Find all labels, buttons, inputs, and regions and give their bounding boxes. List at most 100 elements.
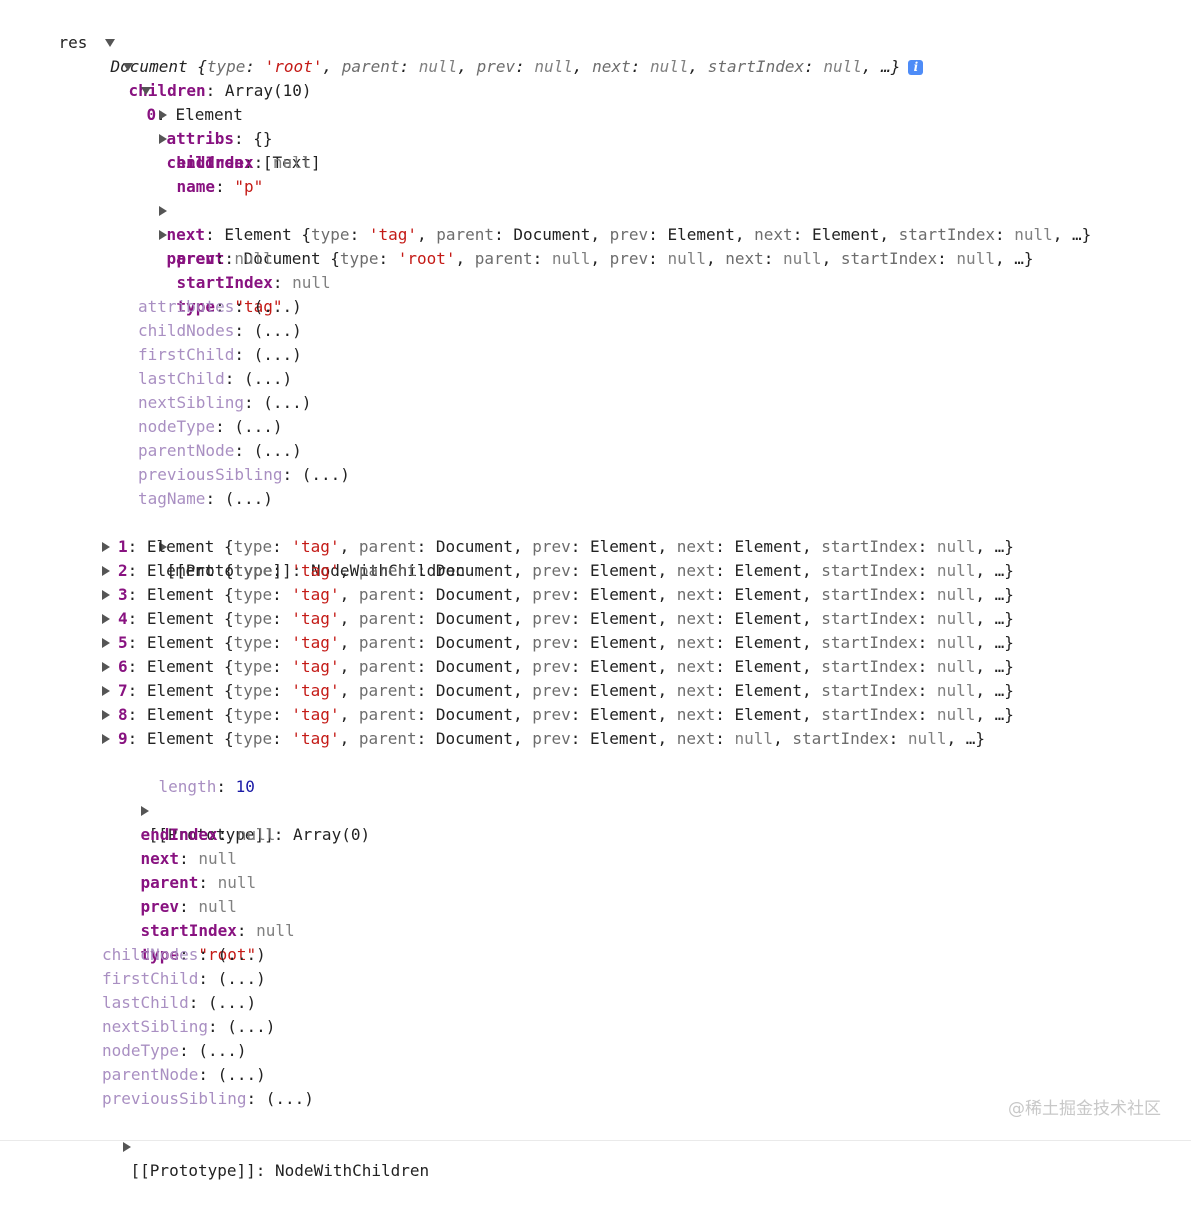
comma: , [801,633,822,652]
getter-row[interactable]: previousSibling: (...) [138,463,350,487]
getter-value[interactable]: (...) [218,945,266,964]
getter-row[interactable]: nextSibling: (...) [138,391,311,415]
colon: : [570,561,591,580]
info-icon[interactable]: i [908,60,924,75]
getter-row[interactable]: lastChild: (...) [138,367,292,391]
getter-value[interactable]: (...) [218,1065,266,1084]
preview-key: startIndex [821,561,918,580]
colon: : [234,345,254,364]
doc-prototype-row[interactable]: [[Prototype]]: NodeWithChildren [84,1111,429,1180]
preview-value: null [936,609,976,628]
colon: : [246,1089,266,1108]
preview-key: next [676,609,716,628]
getter-value[interactable]: (...) [234,417,282,436]
colon: : [399,57,419,76]
expand-toggle-icon[interactable] [102,565,110,576]
preview-key: type [339,249,379,268]
getter-value[interactable]: (...) [266,1089,314,1108]
prop-children-row[interactable]: children: [Text] [120,103,321,172]
prop-parent-row[interactable]: parent: Document {type: 'root', parent: … [120,199,1033,268]
getter-row[interactable]: nodeType: (...) [138,415,283,439]
property-key: nextSibling [138,393,244,412]
getter-row[interactable]: lastChild: (...) [102,991,256,1015]
array-item-row[interactable]: 3: Element {type: 'tag', parent: Documen… [102,583,1014,607]
array-index: 1 [118,537,128,556]
comma: , [339,681,359,700]
preview-null: null [534,57,573,76]
expand-toggle-icon[interactable] [102,685,110,696]
preview-key: next [676,633,716,652]
object-class-name: Element [146,561,215,580]
expand-toggle-icon[interactable] [102,709,110,720]
getter-value[interactable]: (...) [225,489,273,508]
preview-value: Element [590,705,658,724]
getter-row[interactable]: parentNode: (...) [102,1063,266,1087]
getter-value[interactable]: (...) [208,993,256,1012]
array-item-row[interactable]: 6: Element {type: 'tag', parent: Documen… [102,655,1014,679]
brace-close: , …} [975,633,1014,652]
expand-toggle-icon[interactable] [102,733,110,744]
comma: , [512,657,533,676]
getter-row[interactable]: nextSibling: (...) [102,1015,275,1039]
getter-row[interactable]: firstChild: (...) [102,967,266,991]
colon: : [416,609,436,628]
getter-value[interactable]: (...) [254,345,302,364]
object-class-name: Element [146,633,215,652]
preview-value: Element [734,609,802,628]
array-prototype-row[interactable]: [[Prototype]]: Array(0) [102,775,370,844]
getter-value[interactable]: (...) [198,1041,246,1060]
getter-row[interactable]: childNodes: (...) [102,943,266,967]
array-item-row[interactable]: 5: Element {type: 'tag', parent: Documen… [102,631,1014,655]
getter-row[interactable]: nodeType: (...) [102,1039,247,1063]
getter-row[interactable]: tagName: (...) [138,487,273,511]
getter-row[interactable]: attributes: (...) [138,295,302,319]
colon: : [570,657,591,676]
preview-key: prev [532,729,571,748]
getter-value[interactable]: (...) [263,393,311,412]
colon: : [715,705,735,724]
document-summary-row[interactable]: Document {type: 'root', parent: null, pr… [66,7,924,76]
preview-key: type [233,609,273,628]
expand-toggle-icon[interactable] [102,637,110,648]
prop-next-row[interactable]: next: Element {type: 'tag', parent: Docu… [120,175,1091,244]
colon: : [416,537,436,556]
getter-row[interactable]: firstChild: (...) [138,343,302,367]
expand-toggle-icon[interactable] [102,613,110,624]
getter-row[interactable]: childNodes: (...) [138,319,302,343]
getter-row[interactable]: parentNode: (...) [138,439,302,463]
getter-value[interactable]: (...) [254,297,302,316]
expand-toggle-icon[interactable] [102,541,110,552]
getter-row[interactable]: previousSibling: (...) [102,1087,314,1111]
prop-attribs-row[interactable]: attribs: {} [120,79,273,148]
array-item-0-row[interactable]: 0: Element [102,55,243,124]
array-item-row[interactable]: 2: Element {type: 'tag', parent: Documen… [102,559,1014,583]
colon: : [917,681,937,700]
colon: : [272,609,292,628]
array-item-row[interactable]: 1: Element {type: 'tag', parent: Documen… [102,535,1014,559]
colon: : [127,633,147,652]
object-class-name: Element [146,609,215,628]
array-item-row[interactable]: 7: Element {type: 'tag', parent: Documen… [102,679,1014,703]
getter-value[interactable]: (...) [302,465,350,484]
array-index: 4 [118,609,128,628]
colon: : [570,705,591,724]
brace-open: { [214,729,234,748]
getter-value[interactable]: (...) [227,1017,275,1036]
getter-value[interactable]: (...) [244,369,292,388]
array-item-row[interactable]: 4: Element {type: 'tag', parent: Documen… [102,607,1014,631]
array-item-row[interactable]: 9: Element {type: 'tag', parent: Documen… [102,727,985,751]
colon: : [272,681,292,700]
property-value: Array(0) [293,825,371,844]
children-row[interactable]: children: Array(10) [84,31,312,100]
comma: , [512,561,533,580]
getter-value[interactable]: (...) [218,969,266,988]
expand-toggle-icon[interactable] [102,589,110,600]
comma: , [512,681,533,700]
expand-toggle-icon[interactable] [102,661,110,672]
item0-prototype-row[interactable]: [[Prototype]]: NodeWithChildren [120,511,465,580]
array-item-row[interactable]: 8: Element {type: 'tag', parent: Documen… [102,703,1014,727]
property-value: null [256,921,295,940]
getter-value[interactable]: (...) [254,441,302,460]
preview-value: Document [435,705,513,724]
getter-value[interactable]: (...) [254,321,302,340]
